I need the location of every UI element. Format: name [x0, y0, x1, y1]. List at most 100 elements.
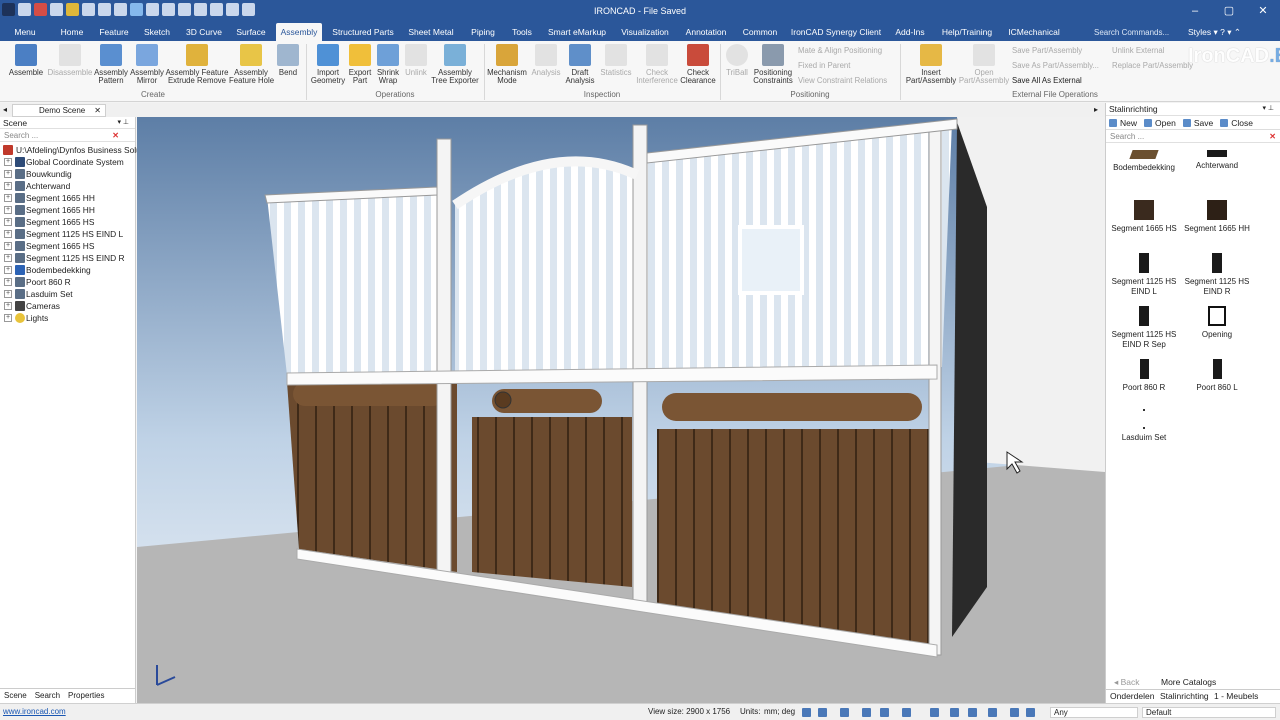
tab-surface[interactable]: Surface — [234, 23, 268, 41]
draft-analysis-button[interactable]: Draft Analysis — [564, 44, 596, 85]
3d-viewport[interactable] — [137, 117, 1105, 703]
tree-item-segment[interactable]: + Segment 1665 HS — [0, 216, 135, 228]
expand-icon[interactable]: + — [4, 182, 12, 190]
grid-toggle-icon[interactable] — [950, 708, 959, 717]
check-interference-button[interactable]: Check Interference — [634, 44, 680, 85]
tree-item-lasduim-set[interactable]: + Lasduim Set — [0, 288, 135, 300]
snap-icon[interactable] — [968, 708, 977, 717]
tab-feature[interactable]: Feature — [96, 23, 132, 41]
open-part-assembly-button[interactable]: Open Part/Assembly — [958, 44, 1010, 85]
document-tab[interactable]: Demo Scene ✕ — [12, 104, 106, 117]
catalog-tab-onderdelen[interactable]: Onderdelen — [1110, 690, 1154, 703]
expand-icon[interactable]: + — [4, 266, 12, 274]
clear-search-icon[interactable]: ✕ — [112, 129, 119, 142]
catalog-item-segment-1125-hs-eind-l[interactable]: Segment 1125 HS EIND L — [1107, 253, 1181, 297]
catalog-item-bodembedekking[interactable]: Bodembedekking — [1107, 150, 1181, 173]
scene-search-input[interactable]: Search ... ✕ — [0, 129, 135, 142]
catalog-tab-meubels[interactable]: 1 - Meubels — [1214, 690, 1258, 703]
pin-icon[interactable]: ▾ ⊥ — [117, 117, 129, 129]
zoom-icon[interactable] — [802, 708, 811, 717]
catalog-item-lasduim-set[interactable]: Lasduim Set — [1107, 409, 1181, 443]
tab-scene[interactable]: Scene — [0, 689, 31, 703]
selection-filter-dropdown[interactable]: Any — [1050, 707, 1138, 718]
catalog-close-button[interactable]: Close — [1217, 116, 1257, 129]
lighting-icon[interactable] — [1010, 708, 1019, 717]
tree-item-cameras[interactable]: + Cameras — [0, 300, 135, 312]
command-search-input[interactable]: Search Commands... — [1082, 26, 1184, 39]
disassemble-button[interactable]: Disassemble — [46, 44, 94, 77]
styles-dropdown[interactable]: Styles ▾ ? ▾ ⌃ — [1188, 23, 1241, 41]
catalog-item-segment-1665-hh[interactable]: Segment 1665 HH — [1180, 200, 1254, 234]
tab-piping[interactable]: Piping — [466, 23, 500, 41]
catalog-item-poort-860-l[interactable]: Poort 860 L — [1180, 359, 1254, 393]
triball-button[interactable]: TriBall — [722, 44, 752, 77]
expand-icon[interactable]: + — [4, 290, 12, 298]
tab-visualization[interactable]: Visualization — [618, 23, 672, 41]
expand-icon[interactable]: + — [4, 170, 12, 178]
tab-tools[interactable]: Tools — [508, 23, 536, 41]
tree-item-bodembedekking[interactable]: + Bodembedekking — [0, 264, 135, 276]
render-mode-icon[interactable] — [902, 708, 911, 717]
tab-search[interactable]: Search — [31, 689, 64, 703]
unlink-external-button[interactable]: Unlink External — [1112, 46, 1164, 55]
expand-icon[interactable]: + — [4, 278, 12, 286]
insert-part-assembly-button[interactable]: Insert Part/Assembly — [904, 44, 958, 85]
tree-item-segment[interactable]: + Segment 1125 HS EIND R — [0, 252, 135, 264]
tab-icmechanical[interactable]: ICMechanical — [1006, 23, 1062, 41]
orbit-icon[interactable] — [880, 708, 889, 717]
import-geometry-button[interactable]: Import Geometry — [310, 44, 346, 85]
bend-button[interactable]: Bend — [275, 44, 301, 77]
tree-item-achterwand[interactable]: + Achterwand — [0, 180, 135, 192]
tab-sheet-metal[interactable]: Sheet Metal — [404, 23, 458, 41]
tree-item-global-coordinate-system[interactable]: + Global Coordinate System — [0, 156, 135, 168]
expand-icon[interactable]: + — [4, 254, 12, 262]
tab-properties[interactable]: Properties — [64, 689, 108, 703]
style-dropdown[interactable]: Default — [1142, 707, 1276, 718]
expand-icon[interactable]: + — [4, 242, 12, 250]
tab-smart-emarkup[interactable]: Smart eMarkup — [544, 23, 610, 41]
tree-item-root[interactable]: U:\Afdeling\Dynfos Business Solu — [0, 144, 141, 156]
view-constraint-relations-button[interactable]: View Constraint Relations — [798, 76, 887, 85]
shrink-wrap-button[interactable]: Shrink Wrap — [374, 44, 402, 85]
statistics-button[interactable]: Statistics — [598, 44, 634, 77]
expand-icon[interactable]: + — [4, 206, 12, 214]
mate-align-positioning-button[interactable]: Mate & Align Positioning — [798, 46, 882, 55]
catalog-save-button[interactable]: Save — [1180, 116, 1217, 129]
positioning-constraints-button[interactable]: Positioning Constraints — [752, 44, 794, 85]
tree-item-lights[interactable]: + Lights — [0, 312, 135, 324]
assembly-tree-exporter-button[interactable]: Assembly Tree Exporter — [430, 44, 480, 85]
tree-item-segment[interactable]: + Segment 1665 HH — [0, 204, 135, 216]
fixed-in-parent-button[interactable]: Fixed in Parent — [798, 61, 850, 70]
catalog-open-button[interactable]: Open — [1141, 116, 1180, 129]
help-icon[interactable]: ? — [1220, 27, 1225, 37]
assemble-button[interactable]: Assemble — [6, 44, 46, 77]
tab-assembly[interactable]: Assembly — [276, 23, 322, 41]
mechanism-mode-button[interactable]: Mechanism Mode — [486, 44, 528, 85]
catalog-tab-stalinrichting[interactable]: Stalinrichting — [1160, 690, 1209, 703]
tree-item-segment[interactable]: + Segment 1665 HH — [0, 192, 135, 204]
catalog-item-opening[interactable]: Opening — [1180, 306, 1254, 340]
display-icon[interactable] — [988, 708, 997, 717]
save-all-as-external-button[interactable]: Save All As External — [1012, 76, 1082, 85]
catalog-search-input[interactable]: Search ... ✕ — [1106, 130, 1280, 143]
tab-structured-parts[interactable]: Structured Parts — [330, 23, 396, 41]
expand-icon[interactable]: + — [4, 302, 12, 310]
replace-part-assembly-button[interactable]: Replace Part/Assembly — [1112, 61, 1193, 70]
catalog-item-segment-1125-hs-eind-r-sep[interactable]: Segment 1125 HS EIND R Sep — [1107, 306, 1181, 350]
export-part-button[interactable]: Export Part — [346, 44, 374, 85]
tree-item-segment[interactable]: + Segment 1125 HS EIND L — [0, 228, 135, 240]
select-icon[interactable] — [1026, 708, 1035, 717]
view-cube-icon[interactable] — [840, 708, 849, 717]
catalog-item-poort-860-r[interactable]: Poort 860 R — [1107, 359, 1181, 393]
tab-help-training[interactable]: Help/Training — [936, 23, 998, 41]
scroll-left-icon[interactable]: ◂ — [3, 105, 7, 114]
perspective-icon[interactable] — [930, 708, 939, 717]
zoom-window-icon[interactable] — [818, 708, 827, 717]
expand-icon[interactable]: + — [4, 194, 12, 202]
catalog-back-button[interactable]: ◂ Back — [1114, 677, 1140, 688]
expand-icon[interactable]: + — [4, 218, 12, 226]
tree-item-segment[interactable]: + Segment 1665 HS — [0, 240, 135, 252]
catalog-item-segment-1125-hs-eind-r[interactable]: Segment 1125 HS EIND R — [1180, 253, 1254, 297]
tree-item-bouwkundig[interactable]: + Bouwkundig — [0, 168, 135, 180]
close-button[interactable]: ✕ — [1246, 0, 1280, 23]
